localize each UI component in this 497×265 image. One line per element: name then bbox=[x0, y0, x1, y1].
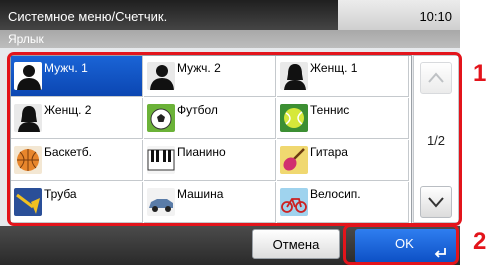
clock-box: 10:10 bbox=[338, 0, 460, 30]
grid-callout-frame bbox=[7, 52, 462, 226]
sub-title-bar: Ярлык bbox=[0, 30, 460, 48]
ok-callout-frame bbox=[343, 224, 459, 265]
sub-title-text: Ярлык bbox=[8, 32, 44, 46]
callout-number-2: 2 bbox=[473, 228, 487, 255]
title-text: Системное меню/Счетчик. bbox=[8, 9, 168, 24]
clock-time: 10:10 bbox=[419, 9, 452, 24]
callout-number-1: 1 bbox=[473, 60, 487, 87]
title-bar: Системное меню/Счетчик. 10:10 bbox=[0, 0, 460, 30]
cancel-button[interactable]: Отмена bbox=[252, 229, 340, 259]
